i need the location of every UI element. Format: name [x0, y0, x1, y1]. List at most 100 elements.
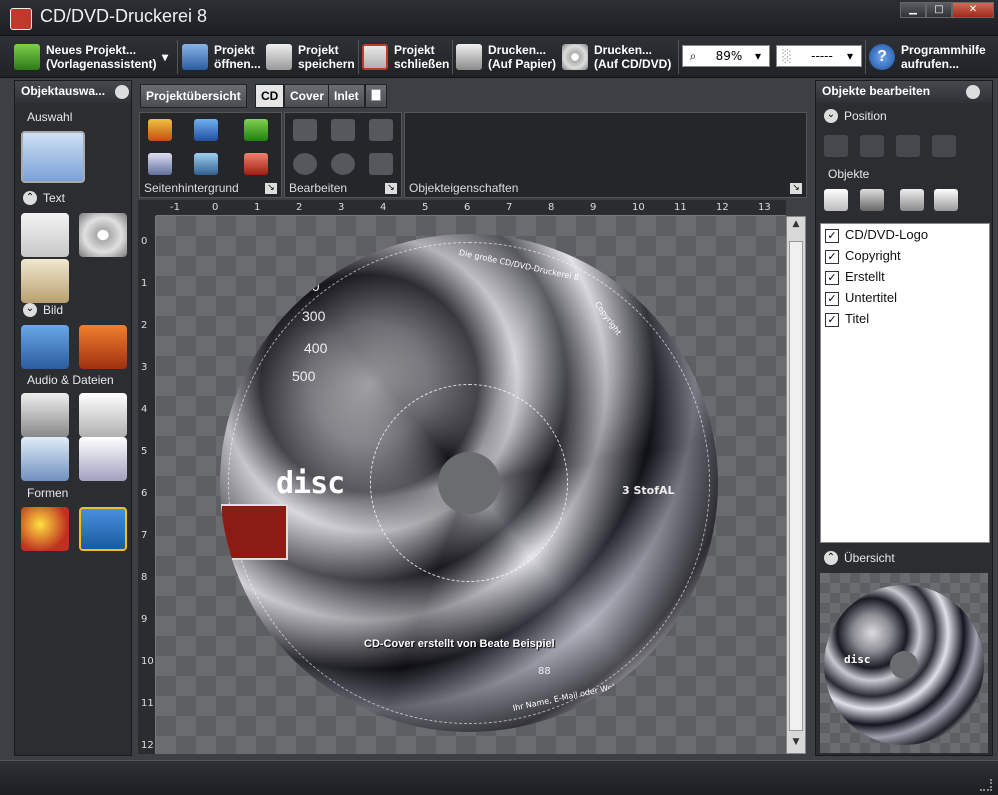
- group-expand-icon[interactable]: ↘: [265, 183, 277, 194]
- checkbox[interactable]: ✓: [825, 249, 839, 264]
- position-header[interactable]: ⌄ Position: [824, 109, 887, 123]
- checkbox[interactable]: ✓: [825, 291, 839, 306]
- copy-icon[interactable]: [331, 119, 355, 141]
- headphones-icon[interactable]: [21, 393, 69, 437]
- spread-icon[interactable]: [932, 135, 956, 157]
- list-item[interactable]: ✓ CD/DVD-Logo: [821, 224, 989, 245]
- text-tool-icon[interactable]: [21, 213, 69, 257]
- tab-cover[interactable]: Cover: [284, 84, 331, 108]
- checkbox[interactable]: ✓: [825, 228, 839, 243]
- resize-grip-icon[interactable]: [980, 779, 992, 791]
- design-canvas[interactable]: 00 300 400 500 disc 3 StofAL 88 CD-Cover…: [156, 216, 786, 754]
- palette-icon[interactable]: [148, 119, 172, 141]
- object-properties-icon[interactable]: [934, 189, 958, 211]
- overview-header[interactable]: ⌃ Übersicht: [824, 551, 895, 565]
- ruler-tick-label: 11: [674, 202, 687, 213]
- print-cd-button[interactable]: Drucken... (Auf CD/DVD): [562, 40, 676, 74]
- open-project-button[interactable]: Projekt öffnen...: [182, 40, 261, 74]
- align-vertical-icon[interactable]: [860, 135, 884, 157]
- gauge-label: 300: [302, 308, 326, 324]
- object-label: CD/DVD-Logo: [845, 227, 929, 242]
- scan-image-icon[interactable]: [79, 325, 127, 369]
- section-text-header[interactable]: ⌃ Text: [23, 191, 65, 205]
- collapse-icon: ⌃: [824, 551, 838, 565]
- add-background-icon[interactable]: [244, 119, 268, 141]
- scroll-thumb[interactable]: [789, 241, 803, 731]
- redo-icon[interactable]: [331, 153, 355, 175]
- minimize-button[interactable]: ▁: [900, 2, 926, 18]
- checkbox[interactable]: ✓: [825, 312, 839, 327]
- new-project-button[interactable]: Neues Projekt... (Vorlagenassistent) ▾: [14, 40, 174, 74]
- scroll-up-icon[interactable]: ▲: [789, 219, 803, 233]
- center-icon[interactable]: [896, 135, 920, 157]
- style-combo[interactable]: ░ ----- ▾: [776, 45, 862, 67]
- list-item[interactable]: ✓ Titel: [821, 308, 989, 329]
- ruler-tick-label: 3: [338, 202, 345, 213]
- tab-cd[interactable]: CD: [255, 84, 285, 108]
- print-paper-button[interactable]: Drucken... (Auf Papier): [456, 40, 556, 74]
- dropdown-icon[interactable]: ▾: [162, 50, 168, 64]
- ruler-tick-label: 10: [632, 202, 645, 213]
- help-button[interactable]: ? Programmhilfe aufrufen...: [869, 40, 995, 74]
- undo-icon[interactable]: [293, 153, 317, 175]
- image-tool-icon[interactable]: [21, 325, 69, 369]
- main-toolbar: Neues Projekt... (Vorlagenassistent) ▾ P…: [0, 36, 998, 78]
- cd-text-tool-icon[interactable]: [79, 213, 127, 257]
- delete-icon[interactable]: [369, 153, 393, 175]
- cut-icon[interactable]: [293, 119, 317, 141]
- counter-text: 88: [538, 666, 551, 677]
- tab-overview[interactable]: Projektübersicht: [140, 84, 247, 108]
- pin-icon[interactable]: [966, 85, 980, 99]
- disc-logo-text[interactable]: disc: [276, 466, 345, 501]
- layer-order-icon[interactable]: [860, 189, 884, 211]
- ruler-tick-label: 6: [464, 202, 471, 213]
- list-item[interactable]: ✓ Copyright: [821, 245, 989, 266]
- swap-background-icon[interactable]: [194, 153, 218, 175]
- panel-title: Objektauswa...: [15, 81, 131, 103]
- tracklist-icon[interactable]: [21, 437, 69, 481]
- font-color-icon[interactable]: [148, 153, 172, 175]
- paste-icon[interactable]: [369, 119, 393, 141]
- section-image-header[interactable]: ⌄ Bild: [23, 303, 63, 317]
- maximize-button[interactable]: □: [926, 2, 952, 18]
- list-item[interactable]: ✓ Untertitel: [821, 287, 989, 308]
- ruler-tick-label: 9: [590, 202, 597, 213]
- pin-icon[interactable]: [115, 85, 129, 99]
- preview-disc: disc: [824, 585, 984, 745]
- arrows-tool-icon[interactable]: [79, 507, 127, 551]
- group-expand-icon[interactable]: ↘: [385, 183, 397, 194]
- group-objects-icon[interactable]: [900, 189, 924, 211]
- background-image-icon[interactable]: [194, 119, 218, 141]
- ruler-tick-label: 1: [254, 202, 261, 213]
- ribbon-properties-group: Objekteigenschaften ↘: [404, 112, 807, 198]
- group-expand-icon[interactable]: ↘: [790, 183, 802, 194]
- close-button[interactable]: ✕: [952, 2, 994, 18]
- section-text: Text: [43, 191, 66, 205]
- object-list: ✓ CD/DVD-Logo ✓ Copyright ✓ Erstellt ✓ Unter…: [820, 223, 990, 543]
- tab-new-icon[interactable]: [365, 84, 387, 108]
- tab-inlet[interactable]: Inlet: [328, 84, 365, 108]
- ruler-tick-label: 0: [141, 236, 148, 247]
- ruler-tick-label: 7: [141, 530, 148, 541]
- cd-caption-text[interactable]: CD-Cover erstellt von Beate Beispiel: [364, 638, 555, 650]
- ruler-tick-label: 7: [506, 202, 513, 213]
- new-project-label: Neues Projekt... (Vorlagenassistent): [46, 43, 157, 71]
- list-item[interactable]: ✓ Erstellt: [821, 266, 989, 287]
- checkbox[interactable]: ✓: [825, 270, 839, 285]
- remove-background-icon[interactable]: [244, 153, 268, 175]
- selection-tool-icon[interactable]: [21, 131, 85, 183]
- documents-icon[interactable]: [79, 437, 127, 481]
- close-project-button[interactable]: Projekt schließen: [362, 40, 450, 74]
- overview-preview[interactable]: disc: [820, 573, 988, 753]
- save-project-button[interactable]: Projekt speichern: [266, 40, 356, 74]
- file-list-icon[interactable]: [79, 393, 127, 437]
- align-horizontal-icon[interactable]: [824, 135, 848, 157]
- scroll-down-icon[interactable]: ▼: [789, 737, 803, 751]
- objects-label: Objekte: [828, 167, 870, 181]
- zoom-combo[interactable]: ⌕ 89% ▾: [682, 45, 770, 67]
- cd-label-disc[interactable]: 00 300 400 500 disc 3 StofAL 88 CD-Cover…: [220, 234, 718, 732]
- select-all-icon[interactable]: [824, 189, 848, 211]
- stamp-tool-icon[interactable]: [21, 259, 69, 303]
- shapes-tool-icon[interactable]: [21, 507, 69, 551]
- vertical-scrollbar[interactable]: ▲ ▼: [786, 216, 806, 754]
